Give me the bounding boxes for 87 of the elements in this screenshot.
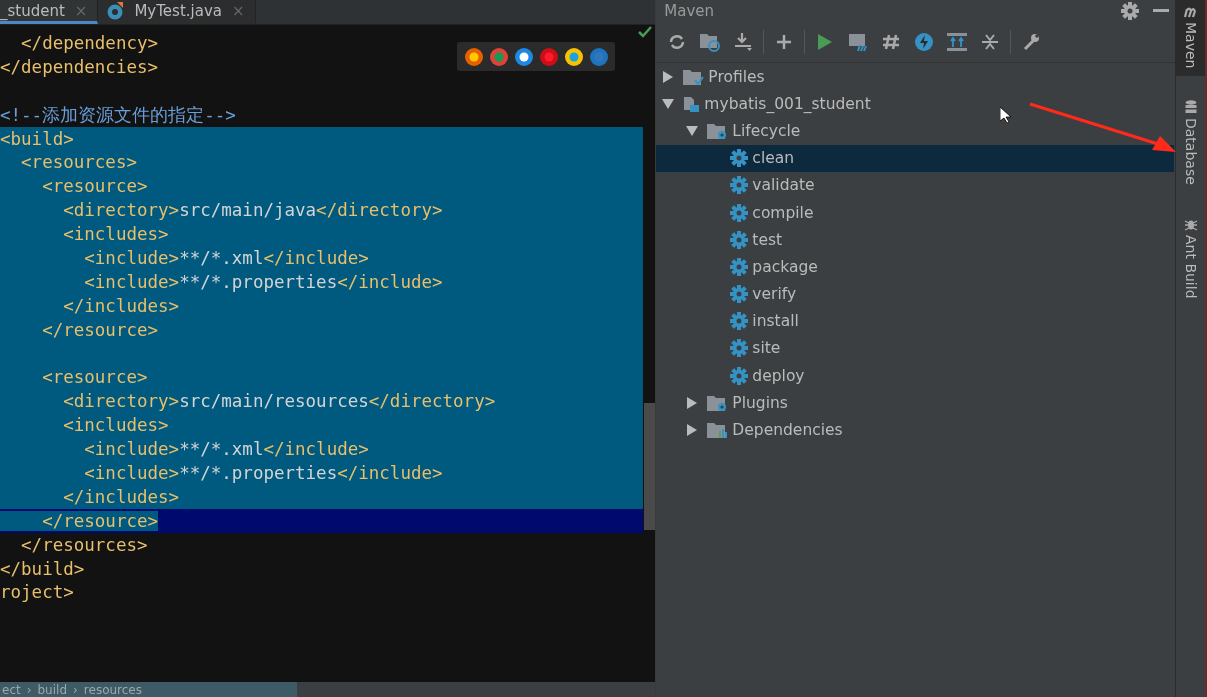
browser-icon[interactable] <box>563 46 584 67</box>
tool-window-tab[interactable]: Database <box>1176 94 1205 194</box>
tree-label: mybatis_001_student <box>704 94 871 113</box>
tree-label: test <box>752 230 783 249</box>
lightning-icon <box>914 32 935 52</box>
dependencies-icon <box>947 33 968 51</box>
expand-arrow-icon[interactable] <box>662 70 675 83</box>
tree-row[interactable]: Dependencies <box>656 416 1175 444</box>
folder-icon <box>706 393 729 412</box>
tree-label: package <box>752 257 818 276</box>
tree-row[interactable]: validate <box>656 171 1175 199</box>
expand-arrow-icon[interactable] <box>686 396 699 409</box>
gear-icon <box>730 339 749 358</box>
class-file-icon <box>106 1 125 20</box>
hash-icon <box>881 33 902 51</box>
editor-tab[interactable]: MyTest.java × <box>98 0 256 24</box>
collapse-icon <box>981 33 1000 51</box>
tree-label: site <box>752 339 781 358</box>
breadcrumb[interactable]: build <box>37 683 67 696</box>
scrollbar-thumb[interactable] <box>644 403 656 530</box>
gear-icon <box>730 230 749 249</box>
download-icon <box>733 32 754 52</box>
tree-label: Plugins <box>732 393 788 412</box>
project-icon <box>682 94 701 113</box>
tree-label: clean <box>752 149 795 168</box>
check-icon <box>638 26 653 38</box>
cursor-icon <box>1000 107 1011 123</box>
refresh-icon <box>668 33 687 51</box>
gear-icon <box>730 312 749 331</box>
tree-row[interactable]: install <box>656 307 1175 335</box>
settings-icon[interactable] <box>1121 2 1140 20</box>
code-text: <!--添加资源文件的指定--> <box>0 104 236 125</box>
tree-label: validate <box>752 176 815 195</box>
tree-label: install <box>752 312 799 331</box>
tree-row[interactable]: deploy <box>656 362 1175 390</box>
collapse-arrow-icon[interactable] <box>686 124 699 137</box>
tree-row[interactable]: compile <box>656 198 1175 227</box>
tree-label: Dependencies <box>732 421 843 440</box>
gear-icon <box>730 176 749 195</box>
tree-row[interactable]: Profiles <box>656 63 1175 91</box>
folder-icon <box>682 67 705 86</box>
breadcrumb[interactable]: ect <box>2 683 21 696</box>
tool-window-tab[interactable]: Ant Build <box>1176 211 1205 307</box>
plus-icon <box>776 34 793 50</box>
breadcrumb-separator: › <box>73 683 78 696</box>
tree-row[interactable]: test <box>656 226 1175 254</box>
tool-window-tab[interactable]: Maven <box>1176 0 1205 77</box>
gear-icon <box>730 366 749 385</box>
code-text: roject> <box>0 582 74 603</box>
tree-row[interactable]: package <box>656 253 1175 281</box>
tree-row[interactable]: mybatis_001_student <box>656 90 1175 118</box>
folder-icon <box>706 121 729 140</box>
browser-icon[interactable] <box>463 46 484 67</box>
maven-icon <box>1182 6 1199 18</box>
editor-tab[interactable]: _student × <box>0 0 99 24</box>
panel-title: Maven <box>664 2 716 20</box>
browser-icon[interactable] <box>513 46 534 67</box>
collapse-arrow-icon[interactable] <box>662 97 675 110</box>
code-text: </resource> <box>0 510 159 531</box>
tree-label: deploy <box>752 366 805 385</box>
code-text: </build> <box>0 558 85 579</box>
gear-icon <box>730 149 749 168</box>
tree-row[interactable]: Lifecycle <box>656 117 1175 145</box>
tree-row[interactable]: verify <box>656 280 1175 308</box>
tree-label: Profiles <box>708 67 765 86</box>
tree-label: Lifecycle <box>732 121 801 140</box>
gear-icon <box>730 203 749 222</box>
code-text: </dependencies> <box>0 56 159 77</box>
code-text: </resources> <box>20 534 148 555</box>
minimize-icon[interactable] <box>1153 9 1170 13</box>
tree-row[interactable]: Plugins <box>656 389 1175 417</box>
folder-refresh-icon <box>699 32 722 52</box>
tree-row[interactable]: site <box>656 334 1175 363</box>
breadcrumb-separator: › <box>26 683 32 696</box>
gear-icon <box>730 257 749 276</box>
code-text: </dependency> <box>20 33 159 53</box>
tree-label: verify <box>752 285 797 304</box>
wrench-icon <box>1022 33 1041 51</box>
play-icon <box>818 34 833 50</box>
breadcrumb[interactable]: resources <box>83 683 142 696</box>
tree-row[interactable]: clean <box>656 144 1175 172</box>
gear-icon <box>730 285 749 304</box>
maven-goal-icon <box>848 32 869 52</box>
database-icon <box>1184 100 1197 115</box>
tree-label: compile <box>752 203 814 222</box>
expand-arrow-icon[interactable] <box>686 424 699 437</box>
folder-icon <box>706 421 729 440</box>
